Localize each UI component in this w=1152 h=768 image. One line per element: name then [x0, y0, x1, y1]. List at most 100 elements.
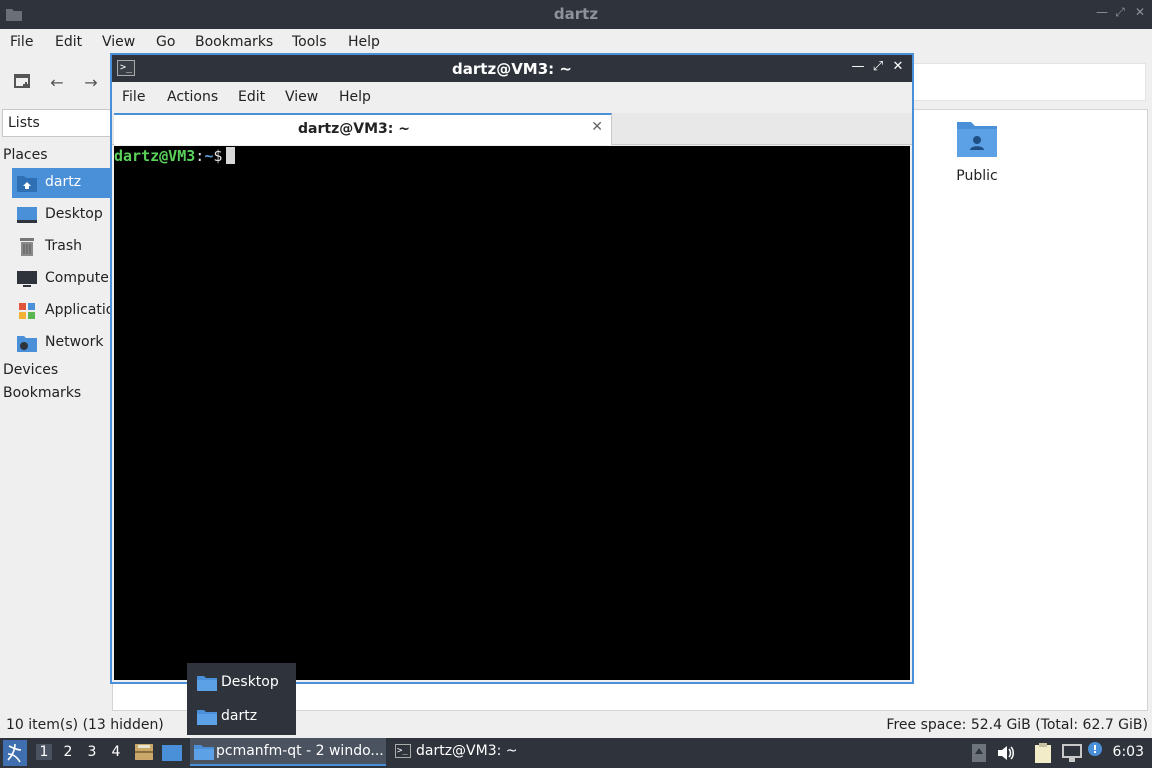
terminal-tab-label: dartz@VM3: ~	[298, 121, 410, 137]
minimize-icon[interactable]: —	[1094, 5, 1110, 19]
terminal-menubar: File Actions Edit View Help	[112, 84, 912, 112]
bottom-panel: 1 2 3 4 pcmanfm-qt - 2 windo... >_ dartz…	[0, 738, 1152, 768]
terminal-titlebar[interactable]: >_ dartz@VM3: ~ — ⤢ ✕	[112, 55, 912, 82]
applications-icon	[19, 303, 35, 319]
volume-icon	[998, 746, 1014, 760]
forward-arrow-icon[interactable]: →	[80, 72, 102, 94]
notification-icon	[1088, 742, 1102, 756]
menu-view[interactable]: View	[102, 34, 135, 50]
side-pane-mode-select[interactable]: Lists	[2, 109, 112, 137]
terminal-tab[interactable]: dartz@VM3: ~ ✕	[114, 113, 612, 145]
status-item-count: 10 item(s) (13 hidden)	[6, 717, 164, 733]
folder-icon	[197, 676, 217, 691]
terminal-tabbar: dartz@VM3: ~ ✕	[112, 113, 912, 145]
sidebar-item-label: Network	[45, 334, 104, 350]
maximize-icon[interactable]: ⤢	[870, 59, 886, 74]
text-cursor	[226, 147, 236, 164]
sidebar-item-desktop[interactable]: Desktop	[12, 200, 112, 230]
terminal-icon: >_	[395, 744, 411, 758]
path-bar[interactable]	[900, 63, 1146, 101]
task-label: dartz@VM3: ~	[416, 743, 518, 759]
network-status-button[interactable]	[1062, 738, 1084, 768]
popup-item-label: dartz	[221, 708, 258, 724]
prompt-line: dartz@VM3:~$	[114, 147, 236, 165]
task-button-terminal[interactable]: >_ dartz@VM3: ~	[390, 738, 586, 766]
desktop-switch-4[interactable]: 4	[108, 744, 124, 760]
status-free-space: Free space: 52.4 GiB (Total: 62.7 GiB)	[886, 717, 1148, 733]
task-button-pcmanfm[interactable]: pcmanfm-qt - 2 windo...	[190, 738, 386, 766]
minimize-icon[interactable]: —	[850, 59, 866, 74]
desktop-icon	[162, 745, 182, 761]
clipboard-button[interactable]	[1034, 738, 1056, 768]
popup-item-label: Desktop	[221, 674, 279, 690]
terminal-window: >_ dartz@VM3: ~ — ⤢ ✕ File Actions Edit …	[110, 53, 914, 684]
task-label: pcmanfm-qt - 2 windo...	[216, 743, 384, 759]
sidebar-item-label: dartz	[45, 174, 82, 190]
clipboard-icon	[1035, 743, 1051, 763]
sidebar-item-label: Desktop	[45, 206, 103, 222]
desktop-switch-2[interactable]: 2	[60, 744, 76, 760]
menu-tools[interactable]: Tools	[292, 34, 327, 50]
sidebar-item-computer[interactable]: Computer	[12, 264, 115, 294]
menu-edit[interactable]: Edit	[55, 34, 82, 50]
volume-button[interactable]	[998, 738, 1020, 768]
desktop-switch-1[interactable]: 1	[36, 744, 52, 760]
side-pane-mode-value: Lists	[8, 115, 40, 131]
prompt-separator: :	[195, 147, 205, 165]
close-tab-icon[interactable]: ✕	[591, 119, 603, 135]
sidebar-item-label: Trash	[45, 238, 82, 254]
fm-window-title: dartz	[553, 5, 599, 23]
show-desktop-button[interactable]	[162, 738, 186, 768]
terminal-output[interactable]: dartz@VM3:~$	[114, 146, 910, 680]
sidebar-item-applications[interactable]: Applications	[12, 296, 131, 326]
back-arrow-icon[interactable]: ←	[46, 72, 68, 94]
folder-icon	[197, 710, 217, 725]
prompt-symbol: $	[213, 147, 223, 165]
file-cabinet-icon	[135, 744, 153, 760]
terminal-window-title: dartz@VM3: ~	[452, 60, 572, 78]
desktop-icon	[17, 207, 37, 223]
computer-icon	[17, 271, 37, 287]
new-window-icon[interactable]	[12, 72, 34, 94]
prompt-user: dartz@VM3	[114, 147, 196, 165]
menu-help[interactable]: Help	[339, 89, 371, 105]
network-icon	[17, 336, 37, 352]
close-icon[interactable]: ✕	[1132, 5, 1148, 19]
notification-button[interactable]	[1088, 738, 1106, 768]
sidebar-item-label: Computer	[45, 270, 115, 286]
folder-icon	[194, 745, 214, 760]
menu-file[interactable]: File	[10, 34, 33, 50]
panel-clock[interactable]: 6:03	[1113, 744, 1144, 760]
sidebar-item-dartz[interactable]: dartz	[12, 168, 112, 198]
menu-actions[interactable]: Actions	[167, 89, 218, 105]
close-icon[interactable]: ✕	[890, 59, 906, 74]
bookmarks-header[interactable]: Bookmarks	[3, 385, 81, 401]
fm-titlebar[interactable]: dartz — ⤢ ✕	[0, 0, 1152, 29]
public-folder-icon	[957, 122, 997, 157]
main-menu-button[interactable]	[3, 738, 29, 768]
home-folder-icon	[17, 176, 37, 192]
file-item-label: Public	[956, 168, 998, 184]
file-item-public[interactable]: Public	[939, 118, 1015, 184]
network-wired-icon	[1062, 744, 1082, 762]
menu-view[interactable]: View	[285, 89, 318, 105]
menu-file[interactable]: File	[122, 89, 145, 105]
menu-help[interactable]: Help	[348, 34, 380, 50]
devices-header[interactable]: Devices	[3, 362, 58, 378]
tray-handle-icon	[972, 744, 986, 762]
sidebar-item-network[interactable]: Network	[12, 328, 112, 358]
maximize-icon[interactable]: ⤢	[1112, 5, 1128, 20]
popup-item-desktop[interactable]: Desktop	[187, 666, 296, 698]
places-header[interactable]: Places	[3, 147, 48, 163]
desktop-switch-3[interactable]: 3	[84, 744, 100, 760]
menu-edit[interactable]: Edit	[238, 89, 265, 105]
menu-bookmarks[interactable]: Bookmarks	[195, 34, 273, 50]
menu-go[interactable]: Go	[156, 34, 175, 50]
file-manager-launcher[interactable]	[134, 738, 156, 768]
lxqt-logo-icon	[3, 740, 27, 766]
prompt-path: ~	[204, 147, 214, 165]
tray-separator	[972, 738, 988, 768]
sidebar-item-trash[interactable]: Trash	[12, 232, 112, 262]
taskbar-group-popup: Desktop dartz	[187, 663, 296, 735]
popup-item-dartz[interactable]: dartz	[187, 700, 296, 732]
